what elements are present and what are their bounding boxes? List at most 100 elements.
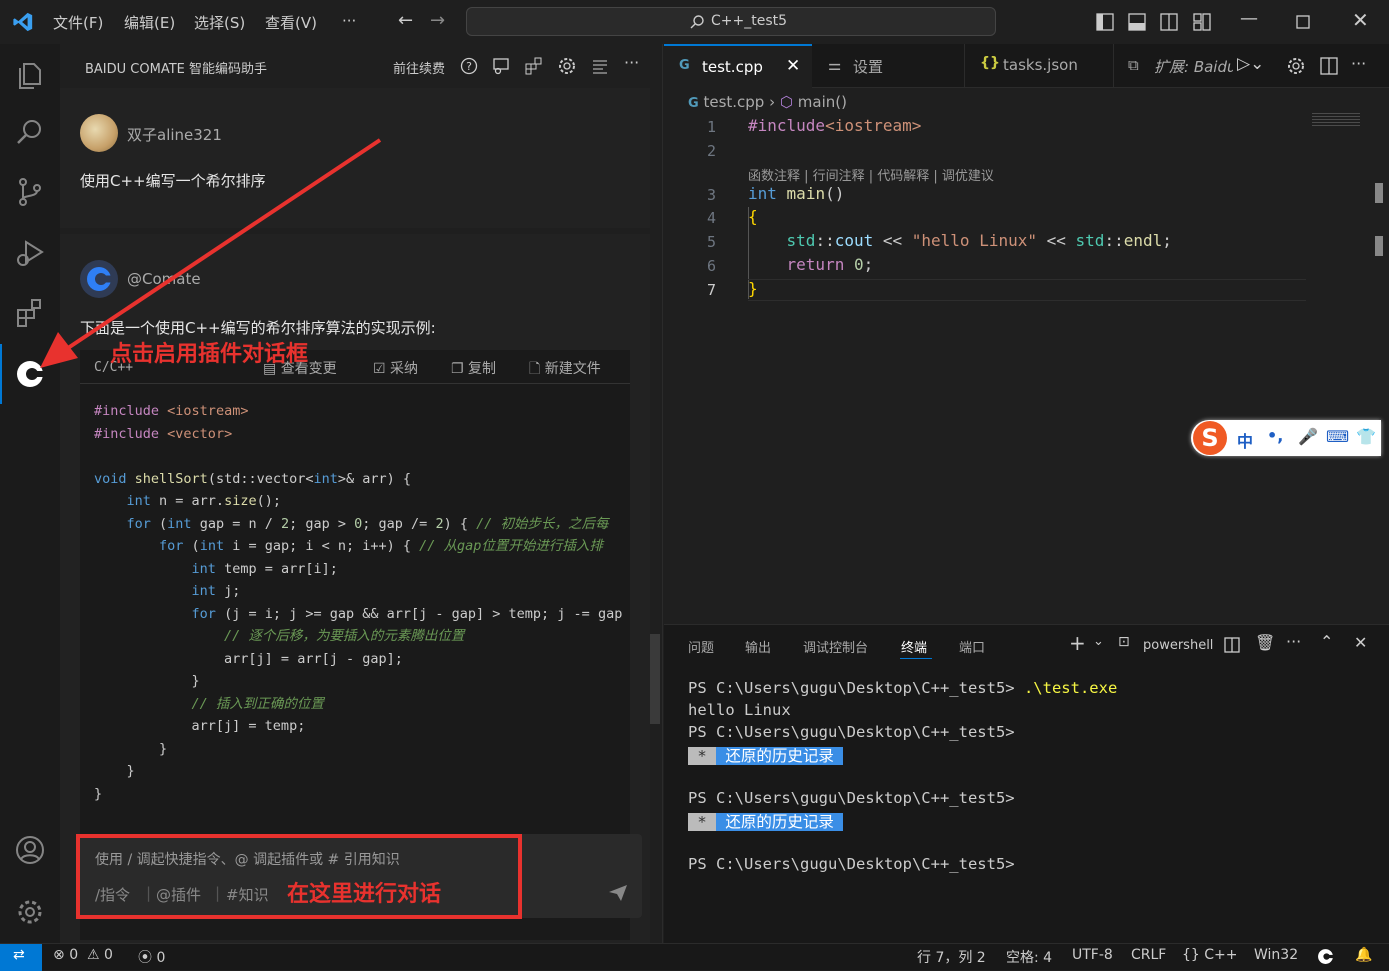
editor-tabs: G test.cpp ✕ ⚌ 设置 {} tasks.json ⧉ 扩展: Ba…	[664, 44, 1389, 88]
ime-toolbar[interactable]: S 中 •, 🎤 ⌨ 👕	[1191, 420, 1381, 456]
line-endings[interactable]: CRLF	[1131, 947, 1166, 963]
status-bar: ⇄	[0, 943, 1389, 971]
send-icon[interactable]	[608, 884, 628, 902]
language-mode[interactable]: {} C++	[1182, 947, 1238, 963]
toggle-primary-sidebar-icon[interactable]	[1096, 13, 1114, 31]
breadcrumb-file[interactable]: test.cpp	[703, 93, 764, 111]
punctuation-icon[interactable]: •,	[1267, 426, 1283, 445]
terminal-prompt[interactable]: PS C:\Users\gugu\Desktop\C++_test5>	[688, 855, 1015, 873]
renew-link[interactable]: 前往续费	[393, 58, 445, 77]
knowledge-hint[interactable]: #知识	[226, 884, 269, 905]
code-line: int n = arr.size();	[126, 493, 281, 509]
editor-scrollbar-thumb[interactable]	[1375, 183, 1383, 203]
panel-more-icon[interactable]: ···	[1286, 632, 1301, 651]
tab-label: 设置	[853, 58, 884, 76]
menu-more[interactable]: ···	[342, 12, 356, 30]
customize-layout-icon[interactable]	[1193, 13, 1211, 31]
nav-forward-icon[interactable]: →	[430, 10, 445, 31]
panel-tab-ports[interactable]: 端口	[959, 637, 985, 656]
minimap[interactable]	[1312, 113, 1360, 127]
menu-selection[interactable]: 选择(S)	[194, 12, 245, 33]
notifications-bell-icon[interactable]: 🔔	[1355, 947, 1372, 963]
editor-line: #include<iostream>	[748, 116, 922, 135]
menu-edit[interactable]: 编辑(E)	[124, 12, 175, 33]
run-file-icon[interactable]: ▷⌄	[1237, 54, 1264, 74]
sidebar-scrollbar[interactable]	[650, 634, 660, 724]
maximize-icon[interactable]	[1296, 15, 1310, 29]
warning-count[interactable]: ⚠ 0	[87, 947, 113, 963]
breadcrumb-symbol[interactable]: main()	[798, 93, 847, 111]
encoding[interactable]: UTF-8	[1072, 947, 1113, 963]
comate-icon[interactable]	[14, 358, 46, 390]
cursor-position[interactable]: 行 7，列 2	[917, 947, 986, 967]
toggle-panel-icon[interactable]	[1128, 13, 1146, 31]
toggle-secondary-sidebar-icon[interactable]	[1160, 13, 1178, 31]
indentation[interactable]: 空格: 4	[1006, 947, 1052, 967]
explorer-icon[interactable]	[14, 58, 46, 90]
close-tab-icon[interactable]: ✕	[786, 56, 800, 76]
chat-input-placeholder[interactable]: 使用 / 调起快捷指令、@ 调起插件或 # 引用知识	[95, 849, 400, 869]
terminal-dropdown-icon[interactable]: ⌄	[1093, 634, 1104, 649]
tab-settings[interactable]: ⚌ 设置	[813, 44, 963, 88]
new-file-button[interactable]: 🗋 新建文件	[529, 358, 601, 382]
split-editor-icon[interactable]	[1320, 57, 1338, 75]
plugin-hint[interactable]: @插件	[156, 884, 201, 905]
tab-tasks-json[interactable]: {} tasks.json	[964, 44, 1112, 88]
account-icon[interactable]	[14, 834, 46, 866]
list-menu-icon[interactable]	[591, 57, 609, 75]
panel-tab-problems[interactable]: 问题	[688, 637, 714, 656]
skin-icon[interactable]: 👕	[1356, 427, 1376, 446]
manage-gear-icon[interactable]	[14, 896, 46, 928]
search-sidebar-icon[interactable]	[14, 116, 46, 148]
split-terminal-icon[interactable]	[1224, 637, 1240, 653]
user-avatar	[80, 114, 118, 152]
platform[interactable]: Win32	[1254, 947, 1298, 963]
copy-button[interactable]: ❐ 复制	[451, 358, 496, 378]
trash-icon[interactable]: 🗑	[1255, 633, 1275, 652]
comate-status-icon[interactable]	[1317, 948, 1334, 965]
source-control-icon[interactable]	[14, 176, 46, 208]
plugins-grid-icon[interactable]	[525, 57, 543, 75]
more-actions-icon[interactable]: ···	[624, 53, 639, 72]
remote-indicator[interactable]: ⇄	[0, 944, 42, 971]
editor-settings-gear-icon[interactable]	[1287, 57, 1305, 75]
code-line: }	[94, 740, 168, 757]
terminal-shell-name[interactable]: powershell	[1143, 638, 1213, 653]
code-line: }	[94, 763, 135, 779]
panel-tab-output[interactable]: 输出	[745, 637, 771, 656]
codelens[interactable]: 函数注释 | 行间注释 | 代码解释 | 调优建议	[748, 165, 994, 184]
ports-count[interactable]: ⦿ 0	[138, 947, 165, 967]
ime-mode-label[interactable]: 中	[1237, 428, 1253, 452]
run-debug-icon[interactable]	[14, 236, 46, 268]
editor-more-icon[interactable]: ···	[1351, 54, 1366, 73]
accept-button[interactable]: ☑ 采纳	[373, 358, 418, 378]
close-panel-icon[interactable]: ✕	[1354, 633, 1367, 652]
minimize-icon[interactable]: —	[1240, 8, 1258, 29]
tab-extension[interactable]: ⧉ 扩展: Baidu	[1113, 44, 1233, 88]
panel-tab-terminal[interactable]: 终端	[901, 637, 927, 656]
comate-logo-icon	[87, 267, 113, 291]
error-count[interactable]: ⊗ 0	[53, 947, 78, 963]
help-icon[interactable]: ?	[460, 57, 478, 75]
chat-user-icon[interactable]	[492, 57, 510, 75]
editor-line: {	[748, 207, 758, 226]
powershell-icon: ⊡	[1118, 634, 1130, 650]
new-terminal-icon[interactable]: +	[1069, 631, 1086, 655]
menu-view[interactable]: 查看(V)	[265, 12, 317, 33]
close-window-icon[interactable]: ✕	[1352, 8, 1369, 32]
tab-test-cpp[interactable]: G test.cpp ✕	[664, 44, 812, 88]
settings-icon[interactable]	[558, 57, 576, 75]
menu-file[interactable]: 文件(F)	[53, 12, 103, 33]
microphone-icon[interactable]: 🎤	[1298, 427, 1318, 446]
maximize-panel-icon[interactable]: ⌃	[1320, 632, 1333, 651]
command-center[interactable]: C++_test5	[466, 7, 996, 36]
extensions-icon[interactable]	[14, 296, 46, 328]
code-line: int temp = arr[i];	[191, 560, 338, 577]
nav-back-icon[interactable]: ←	[398, 10, 413, 31]
tab-label: tasks.json	[1003, 56, 1078, 74]
panel-tab-debug-console[interactable]: 调试控制台	[803, 637, 868, 656]
keyboard-icon[interactable]: ⌨	[1326, 427, 1349, 446]
editor-scrollbar-thumb[interactable]	[1375, 236, 1383, 256]
code-editor[interactable]: G test.cpp › ⬡ main() 1 2 3 4 5 6 7 #inc…	[664, 88, 1389, 624]
command-hint[interactable]: /指令	[95, 884, 130, 905]
